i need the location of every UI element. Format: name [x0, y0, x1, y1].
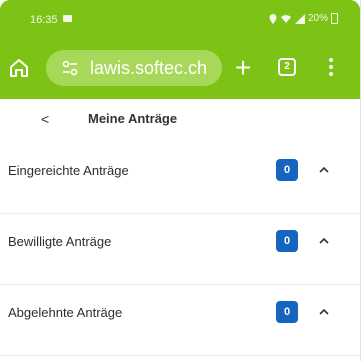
url-text[interactable]: lawis.softec.ch	[90, 58, 207, 79]
site-settings-icon[interactable]	[62, 60, 78, 76]
section-eingereicht[interactable]: Eingereichte Anträge 0	[0, 143, 360, 214]
battery-percent: 20%	[307, 13, 328, 24]
section-label: Eingereichte Anträge	[8, 163, 129, 178]
wifi-icon	[280, 14, 291, 23]
address-bar[interactable]: lawis.softec.ch	[46, 50, 222, 86]
status-icons: 20%	[269, 13, 338, 24]
signal-icon	[294, 13, 305, 24]
section-label: Bewilligte Anträge	[8, 234, 112, 249]
menu-icon[interactable]	[328, 58, 334, 78]
message-icon	[63, 15, 72, 22]
section-list: Eingereichte Anträge 0 Bewilligte Anträg…	[0, 143, 360, 356]
location-icon	[269, 13, 277, 24]
count-badge: 0	[276, 230, 298, 252]
page-title: Meine Anträge	[88, 111, 178, 126]
tabs-icon[interactable]: 2	[278, 58, 296, 76]
count-badge: 0	[276, 159, 298, 181]
page-header: < Meine Anträge	[0, 99, 360, 144]
battery-icon	[331, 13, 338, 24]
chevron-up-icon[interactable]	[318, 236, 330, 246]
count-badge: 0	[276, 301, 298, 323]
home-icon[interactable]	[8, 57, 30, 79]
chevron-up-icon[interactable]	[318, 307, 330, 317]
section-label: Abgelehnte Anträge	[8, 305, 123, 320]
browser-toolbar: 16:35 20% lawis.softec.ch + 2	[0, 0, 360, 99]
section-bewilligt[interactable]: Bewilligte Anträge 0	[0, 214, 360, 285]
plus-icon[interactable]: +	[232, 53, 254, 83]
back-icon[interactable]: <	[41, 109, 49, 129]
chevron-up-icon[interactable]	[318, 165, 330, 175]
app-frame: 16:35 20% lawis.softec.ch + 2 < Meine An…	[0, 0, 361, 361]
section-abgelehnt[interactable]: Abgelehnte Anträge 0	[0, 285, 360, 356]
status-time: 16:35	[30, 14, 58, 26]
